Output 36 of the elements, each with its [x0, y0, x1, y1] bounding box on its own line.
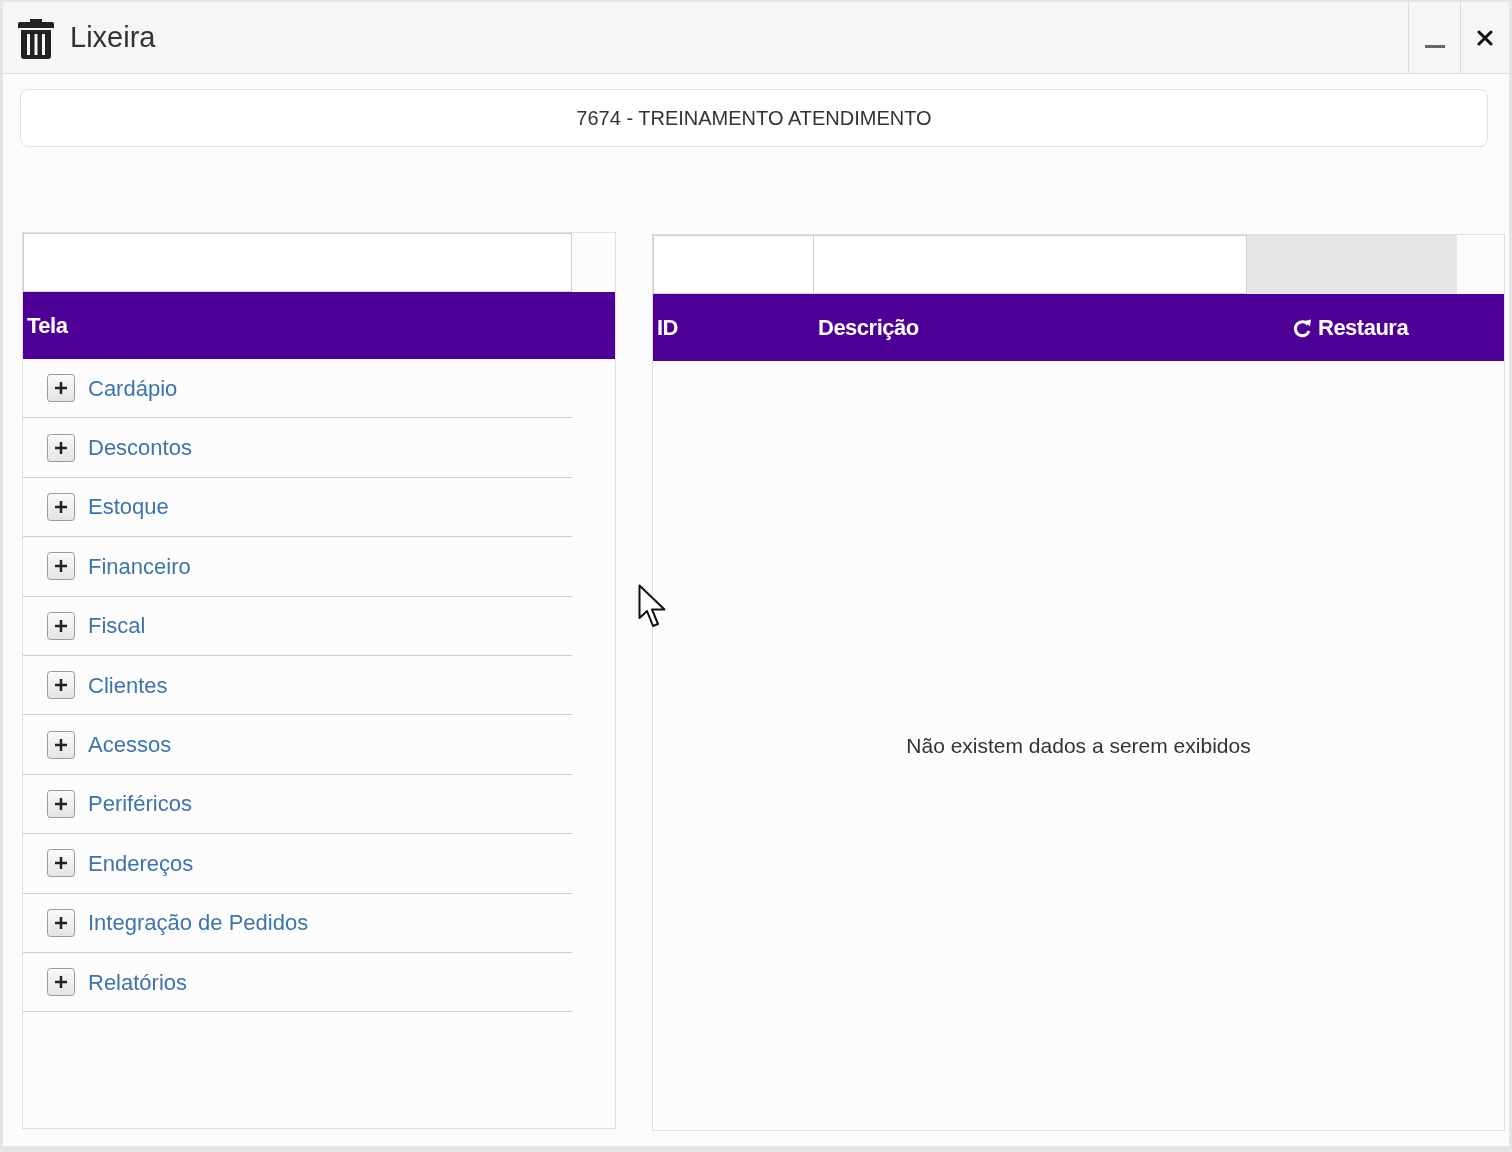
- tree-item[interactable]: Financeiro: [88, 549, 191, 583]
- column-header[interactable]: ID: [657, 311, 678, 344]
- refresh-icon: [1293, 317, 1312, 338]
- trash-icon: [18, 16, 54, 59]
- column-header[interactable]: Restaura: [1318, 311, 1409, 344]
- tree-item[interactable]: Endereços: [88, 846, 194, 880]
- minimize-icon: [1424, 44, 1445, 49]
- plus-icon[interactable]: [47, 492, 75, 521]
- tree-item[interactable]: Clientes: [88, 668, 168, 702]
- plus-icon[interactable]: [47, 433, 75, 462]
- filter-field[interactable]: [653, 235, 814, 294]
- filter-field[interactable]: [23, 233, 572, 292]
- tree-item[interactable]: Acessos: [88, 728, 172, 762]
- plus-icon[interactable]: [47, 849, 75, 878]
- filter-field[interactable]: [814, 235, 1247, 294]
- plus-icon[interactable]: [47, 611, 75, 640]
- empty-message: Não existem dados a serem exibidos: [906, 732, 1251, 759]
- window-title: Lixeira: [70, 19, 156, 55]
- tree-item[interactable]: Estoque: [88, 490, 169, 524]
- close-icon: [1477, 29, 1493, 46]
- tree-item[interactable]: Periféricos: [88, 787, 192, 821]
- plus-icon[interactable]: [47, 552, 75, 581]
- tree-item[interactable]: Cardápio: [88, 371, 178, 405]
- tree-item[interactable]: Descontos: [88, 431, 192, 465]
- plus-icon[interactable]: [47, 789, 75, 818]
- tree-item[interactable]: Integração de Pedidos: [88, 906, 309, 940]
- company-banner: 7674 - TREINAMENTO ATENDIMENTO: [20, 89, 1488, 147]
- tree-item[interactable]: Fiscal: [88, 609, 146, 643]
- column-header[interactable]: Tela: [23, 309, 68, 342]
- plus-icon[interactable]: [47, 908, 75, 937]
- plus-icon[interactable]: [47, 730, 75, 759]
- tree-item[interactable]: Relatórios: [88, 965, 188, 999]
- plus-icon[interactable]: [47, 374, 75, 403]
- column-header[interactable]: Descrição: [818, 311, 919, 344]
- plus-icon[interactable]: [47, 671, 75, 700]
- plus-icon[interactable]: [47, 968, 75, 997]
